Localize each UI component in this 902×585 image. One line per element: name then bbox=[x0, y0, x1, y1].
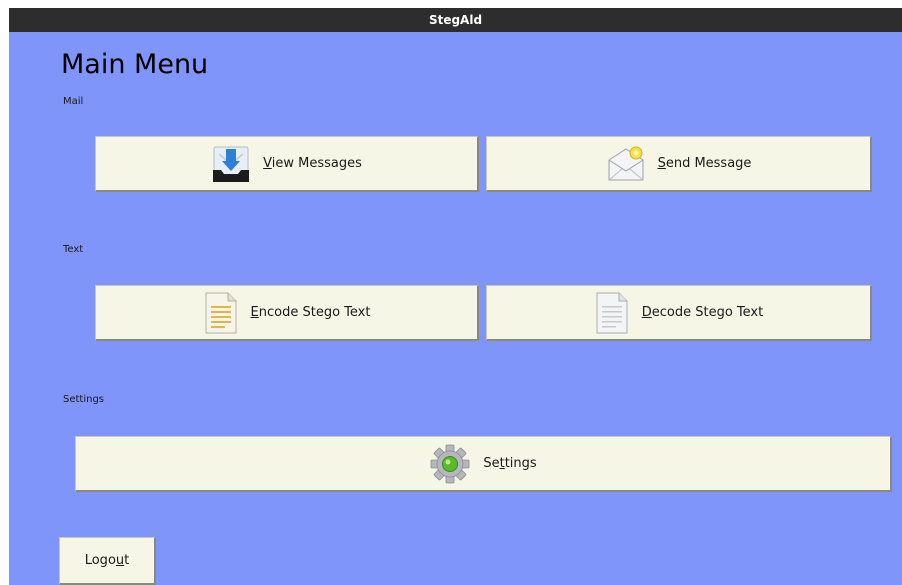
document-icon bbox=[594, 291, 630, 335]
encode-stego-text-button[interactable]: Encode Stego Text bbox=[95, 285, 479, 341]
inbox-download-icon bbox=[211, 144, 251, 184]
settings-button[interactable]: Settings bbox=[75, 436, 892, 492]
gear-icon bbox=[429, 443, 471, 485]
section-label-settings: Settings bbox=[63, 394, 105, 405]
page-title: Main Menu bbox=[61, 49, 209, 80]
window-title: StegAld bbox=[428, 13, 483, 27]
logout-button[interactable]: Logout bbox=[59, 537, 156, 585]
encode-stego-text-label: ncode Stego Text bbox=[258, 305, 371, 320]
view-messages-label: iew Messages bbox=[271, 156, 362, 171]
section-label-text: Text bbox=[63, 244, 84, 255]
settings-label: tings bbox=[504, 456, 537, 471]
window-titlebar[interactable]: StegAld bbox=[9, 8, 902, 32]
text-document-icon bbox=[203, 291, 239, 335]
logout-label: t bbox=[124, 553, 130, 568]
section-label-mail: Mail bbox=[63, 96, 84, 107]
envelope-open-icon bbox=[606, 144, 646, 184]
send-message-label: end Message bbox=[665, 156, 752, 171]
app-window: StegAld Main Menu Mail View Messages Sen… bbox=[9, 8, 902, 585]
decode-stego-text-button[interactable]: Decode Stego Text bbox=[486, 285, 872, 341]
decode-stego-text-label: ecode Stego Text bbox=[651, 305, 764, 320]
view-messages-button[interactable]: View Messages bbox=[95, 136, 479, 192]
send-message-button[interactable]: Send Message bbox=[486, 136, 872, 192]
